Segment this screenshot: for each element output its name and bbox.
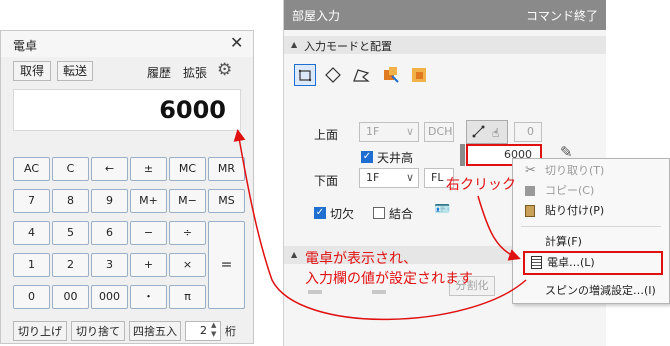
arrow-to-menu (477, 195, 521, 261)
arrow-to-display (233, 129, 527, 321)
annotation-arrows (233, 129, 527, 321)
